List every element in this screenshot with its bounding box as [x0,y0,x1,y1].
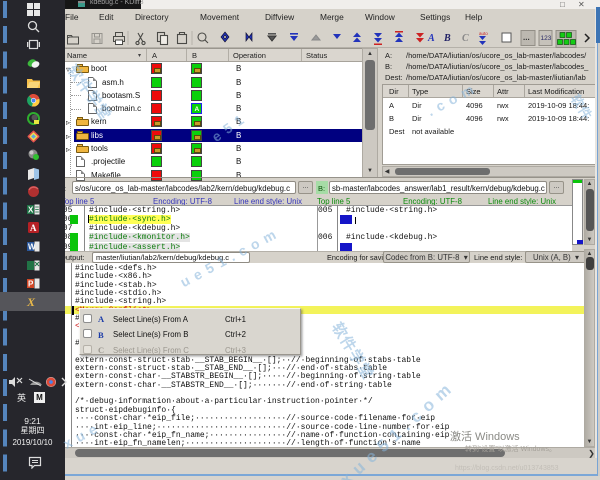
svg-text:A: A [427,33,435,44]
svg-text:P: P [28,280,34,289]
svg-text:A: A [30,223,37,233]
svg-text:...: ... [523,33,530,42]
svg-text:auto: auto [479,31,488,36]
svg-text:123: 123 [541,35,552,42]
svg-text:B: B [443,33,451,44]
svg-text:X: X [28,206,34,215]
svg-text:C: C [462,33,469,44]
